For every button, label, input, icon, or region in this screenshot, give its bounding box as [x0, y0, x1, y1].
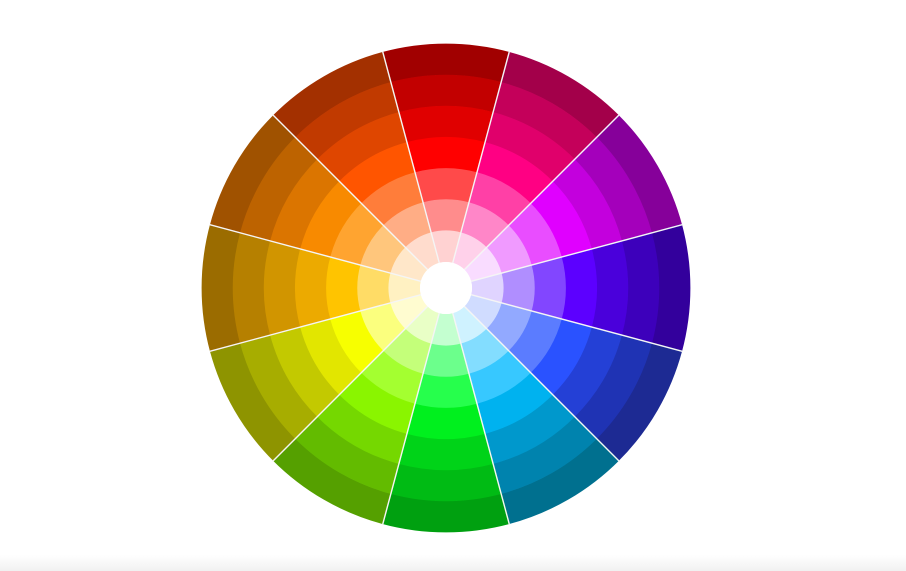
- wheel-cell-blue-violet-ring-5: [531, 256, 566, 320]
- wheel-cell-blue-violet-ring-4: [561, 248, 597, 328]
- wheel-cell-red-ring-5: [414, 168, 478, 203]
- bottom-edge-shade: [0, 555, 906, 571]
- wheel-cell-amber-ring-4: [295, 248, 331, 328]
- wheel-cell-green-ring-4: [406, 403, 486, 439]
- canvas: [0, 0, 906, 571]
- color-wheel-center: [420, 262, 472, 314]
- color-wheel: [201, 43, 691, 533]
- wheel-cell-red-ring-4: [406, 137, 486, 173]
- wheel-cell-amber-ring-5: [326, 256, 361, 320]
- wheel-cell-green-ring-5: [414, 373, 478, 408]
